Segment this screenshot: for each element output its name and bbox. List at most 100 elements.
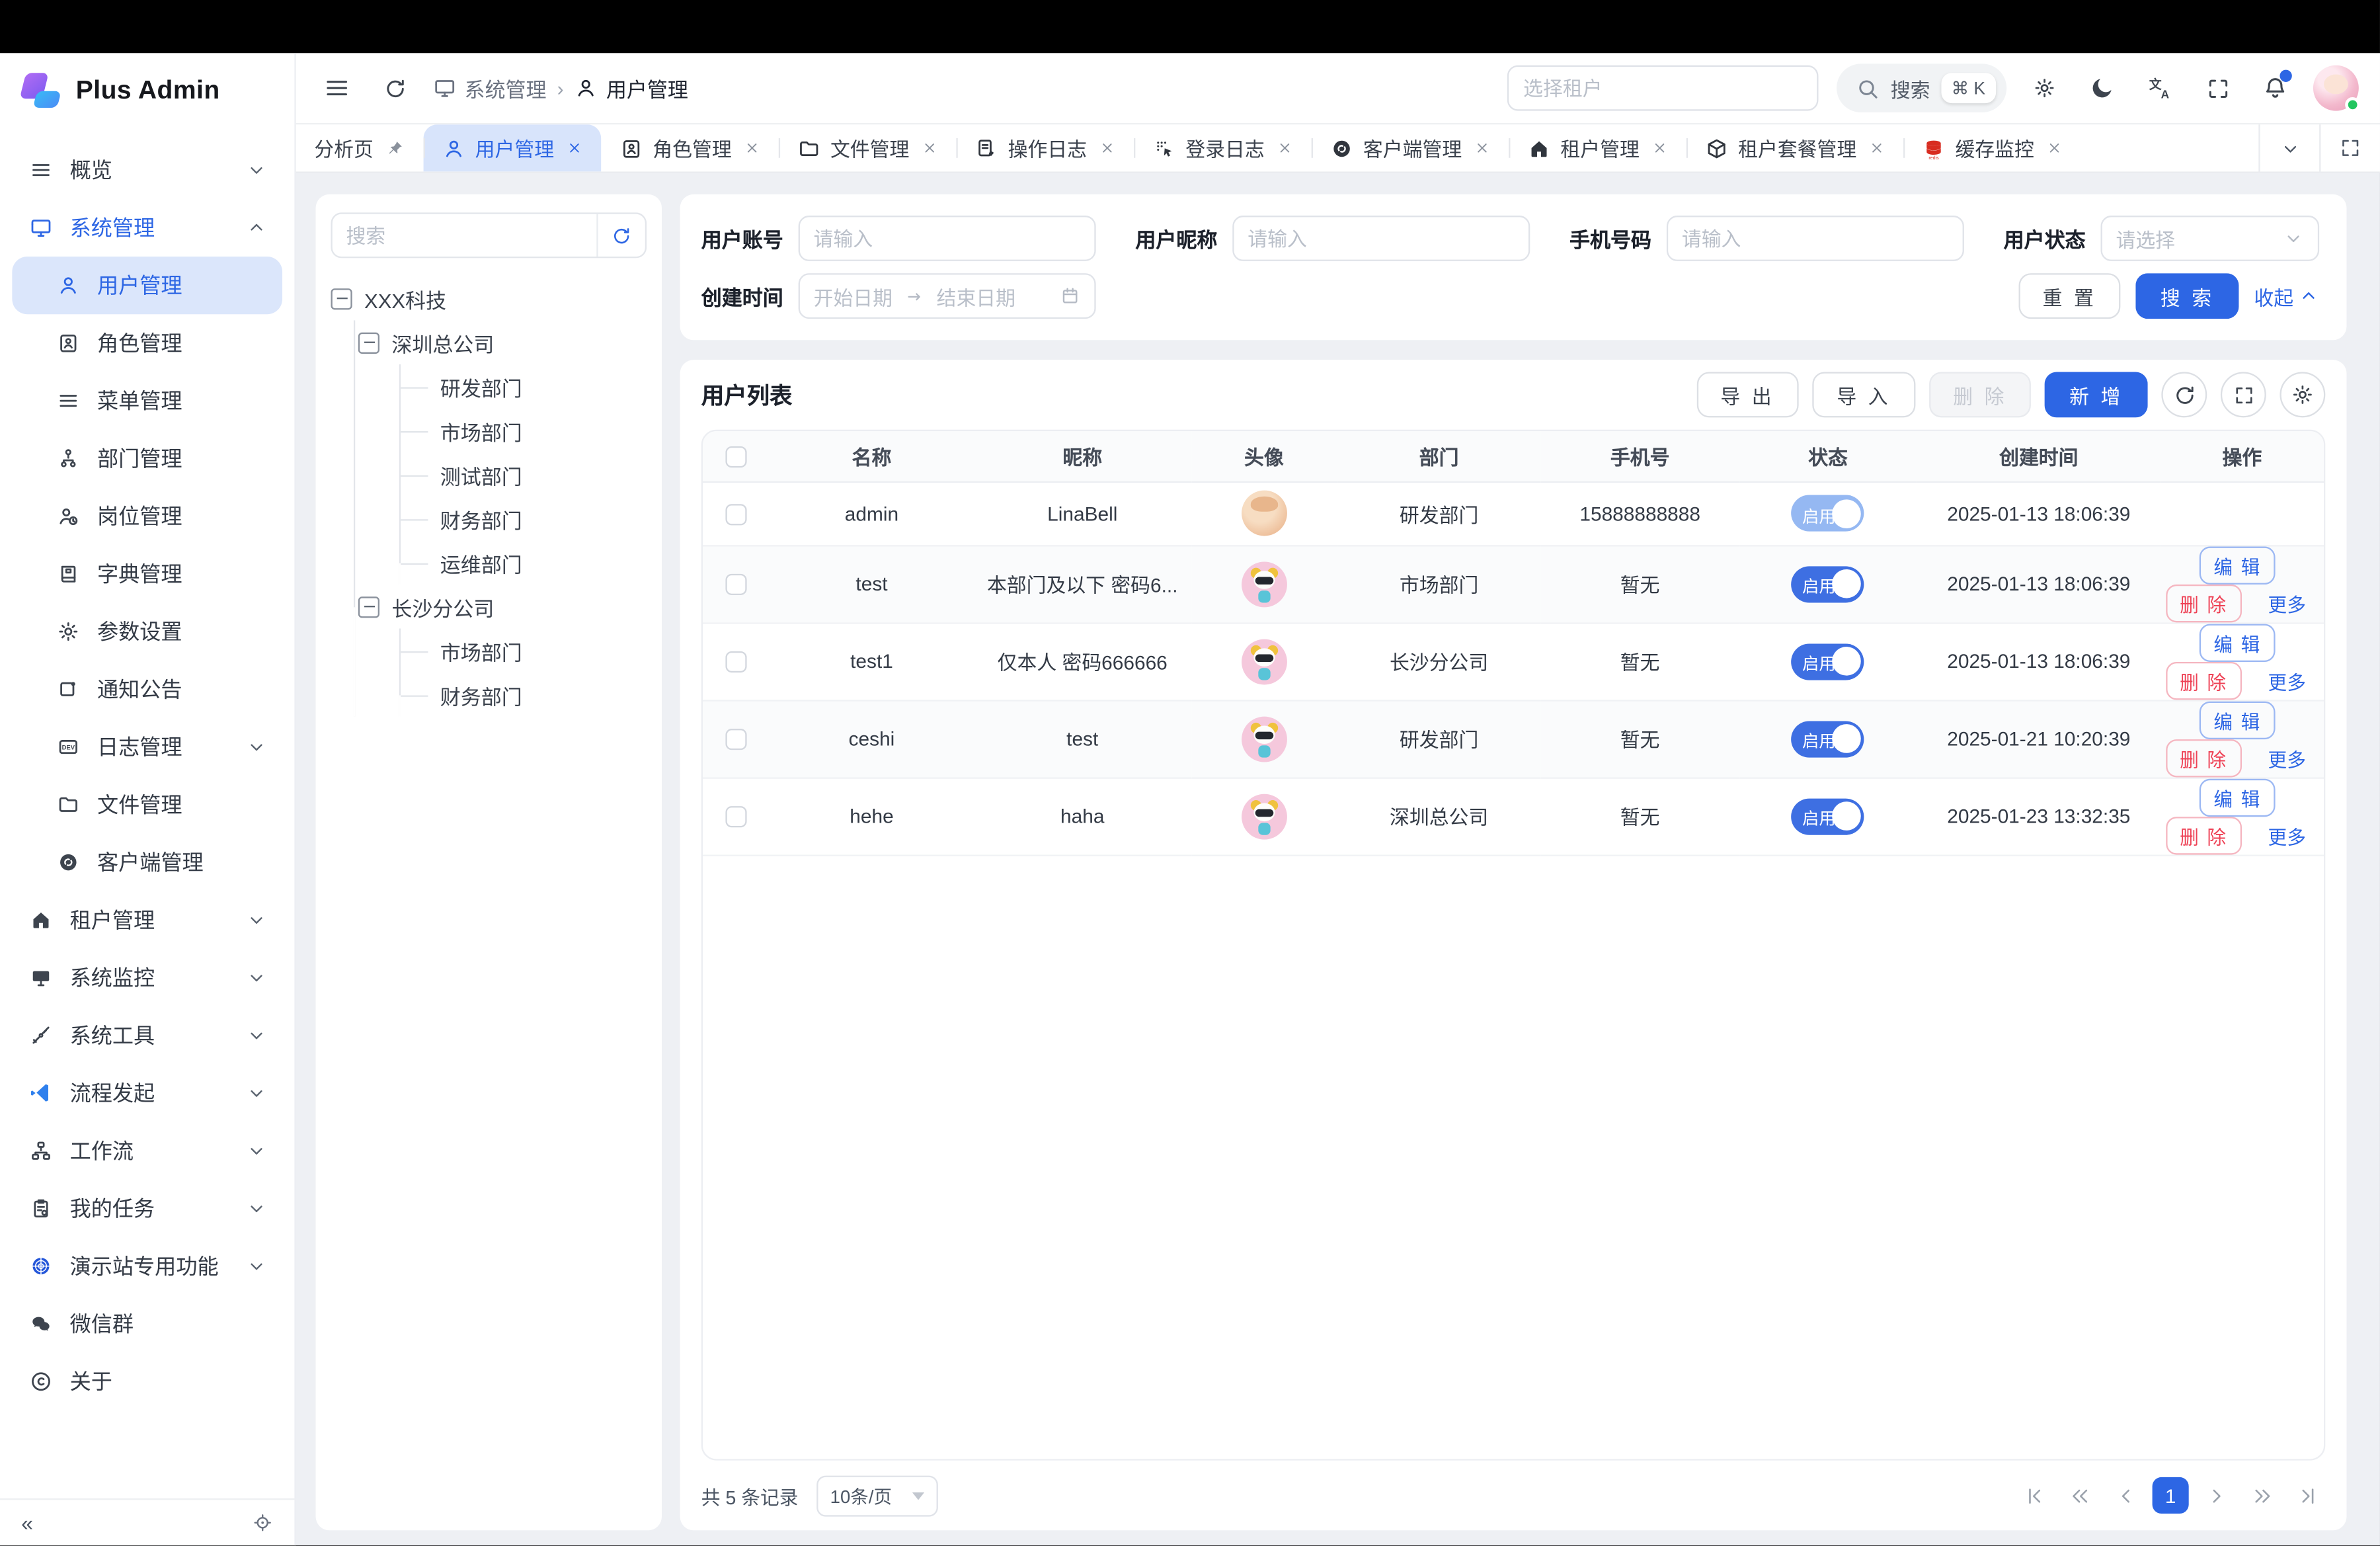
import-button[interactable]: 导 入 bbox=[1813, 372, 1915, 417]
table-refresh-button[interactable] bbox=[2161, 372, 2207, 417]
delete-row-button[interactable]: 删 除 bbox=[2166, 739, 2241, 776]
tree-leaf[interactable]: 运维部门 bbox=[401, 540, 647, 585]
filter-input[interactable] bbox=[814, 227, 1081, 249]
status-toggle[interactable]: 启用 bbox=[1792, 720, 1864, 756]
sidebar-item-19[interactable]: 演示站专用功能 bbox=[12, 1237, 282, 1295]
more-button[interactable]: 更多 bbox=[2256, 661, 2318, 699]
dark-mode-icon[interactable] bbox=[2082, 68, 2122, 108]
sidebar-item-4[interactable]: 菜单管理 bbox=[12, 372, 282, 429]
close-tab-icon[interactable] bbox=[1651, 140, 1668, 156]
row-checkbox[interactable] bbox=[725, 652, 746, 673]
more-button[interactable]: 更多 bbox=[2256, 816, 2318, 854]
sidebar-item-5[interactable]: 部门管理 bbox=[12, 430, 282, 487]
tree-node[interactable]: XXX科技 bbox=[331, 276, 647, 321]
delete-button[interactable]: 删 除 bbox=[1929, 372, 2032, 417]
sidebar-item-3[interactable]: 角色管理 bbox=[12, 314, 282, 372]
tree-refresh-button[interactable] bbox=[596, 214, 645, 257]
select-all-checkbox[interactable] bbox=[725, 446, 746, 468]
table-settings-button[interactable] bbox=[2280, 372, 2325, 417]
status-select[interactable]: 请选择 bbox=[2101, 216, 2320, 261]
current-page-button[interactable]: 1 bbox=[2153, 1477, 2189, 1514]
sidebar-item-15[interactable]: 系统工具 bbox=[12, 1006, 282, 1064]
sidebar-item-18[interactable]: 我的任务 bbox=[12, 1180, 282, 1237]
row-checkbox[interactable] bbox=[725, 807, 746, 828]
edit-button[interactable]: 编 辑 bbox=[2200, 778, 2276, 816]
tree-node[interactable]: 深圳总公司 bbox=[343, 320, 647, 364]
sidebar-item-10[interactable]: DEV日志管理 bbox=[12, 718, 282, 776]
page-size-select[interactable]: 10条/页 bbox=[816, 1475, 938, 1516]
tab-5[interactable]: 登录日志 bbox=[1134, 124, 1312, 171]
tenant-select-input[interactable] bbox=[1507, 65, 1818, 111]
tree-collapse-box[interactable] bbox=[358, 332, 379, 353]
delete-row-button[interactable]: 删 除 bbox=[2166, 661, 2241, 699]
table-fullscreen-button[interactable] bbox=[2221, 372, 2266, 417]
tree-collapse-box[interactable] bbox=[331, 288, 352, 309]
collapse-sidebar-button[interactable]: « bbox=[21, 1510, 30, 1535]
close-tab-icon[interactable] bbox=[744, 140, 760, 156]
sidebar-item-16[interactable]: 流程发起 bbox=[12, 1064, 282, 1121]
edit-button[interactable]: 编 辑 bbox=[2200, 546, 2276, 583]
sidebar-item-20[interactable]: 微信群 bbox=[12, 1295, 282, 1352]
user-avatar[interactable] bbox=[2313, 65, 2359, 111]
sidebar-item-14[interactable]: 系统监控 bbox=[12, 949, 282, 1006]
status-toggle[interactable]: 启用 bbox=[1792, 565, 1864, 602]
edit-button[interactable]: 编 辑 bbox=[2200, 623, 2276, 661]
reset-button[interactable]: 重 置 bbox=[2018, 273, 2121, 319]
filter-input[interactable] bbox=[1682, 227, 1949, 249]
sidebar-item-12[interactable]: 客户端管理 bbox=[12, 833, 282, 891]
global-search-button[interactable]: 搜索 ⌘ K bbox=[1836, 63, 2006, 112]
tree-leaf[interactable]: 市场部门 bbox=[401, 409, 647, 453]
close-tab-icon[interactable] bbox=[2046, 140, 2063, 156]
content-fullscreen-button[interactable] bbox=[2319, 124, 2380, 171]
close-tab-icon[interactable] bbox=[566, 140, 582, 156]
fast-next-button[interactable] bbox=[2243, 1477, 2280, 1514]
sidebar-item-9[interactable]: 通知公告 bbox=[12, 661, 282, 718]
tree-node[interactable]: 长沙分公司 bbox=[343, 585, 647, 629]
tab-2[interactable]: 角色管理 bbox=[601, 124, 779, 171]
row-checkbox[interactable] bbox=[725, 729, 746, 751]
close-tab-icon[interactable] bbox=[1099, 140, 1115, 156]
filter-input[interactable] bbox=[1248, 227, 1515, 249]
menu-toggle-icon[interactable] bbox=[317, 68, 357, 108]
tree-collapse-box[interactable] bbox=[358, 596, 379, 617]
prev-page-button[interactable] bbox=[2107, 1477, 2143, 1514]
close-tab-icon[interactable] bbox=[1277, 140, 1293, 156]
sidebar-item-7[interactable]: 字典管理 bbox=[12, 545, 282, 602]
tab-3[interactable]: 文件管理 bbox=[779, 124, 957, 171]
close-tab-icon[interactable] bbox=[1869, 140, 1885, 156]
close-tab-icon[interactable] bbox=[922, 140, 938, 156]
first-page-button[interactable] bbox=[2016, 1477, 2052, 1514]
sidebar-item-active-2[interactable]: 用户管理 bbox=[12, 257, 282, 314]
tree-leaf[interactable]: 研发部门 bbox=[401, 364, 647, 409]
next-page-button[interactable] bbox=[2198, 1477, 2234, 1514]
row-checkbox[interactable] bbox=[725, 504, 746, 525]
delete-row-button[interactable]: 删 除 bbox=[2166, 584, 2241, 622]
collapse-filter-link[interactable]: 收起 bbox=[2254, 282, 2319, 311]
language-icon[interactable]: 文A bbox=[2140, 68, 2180, 108]
more-button[interactable]: 更多 bbox=[2256, 739, 2318, 776]
row-checkbox[interactable] bbox=[725, 574, 746, 595]
tab-7[interactable]: 租户管理 bbox=[1509, 124, 1686, 171]
sidebar-item-0[interactable]: 概览 bbox=[12, 142, 282, 199]
tree-leaf[interactable]: 市场部门 bbox=[401, 629, 647, 673]
tree-leaf[interactable]: 测试部门 bbox=[401, 452, 647, 497]
add-button[interactable]: 新 增 bbox=[2045, 372, 2147, 417]
more-button[interactable]: 更多 bbox=[2256, 584, 2318, 622]
settings-icon[interactable] bbox=[2025, 68, 2065, 108]
sidebar-item-6[interactable]: 岗位管理 bbox=[12, 487, 282, 545]
sidebar-item-1[interactable]: 系统管理 bbox=[12, 199, 282, 257]
sidebar-item-11[interactable]: 文件管理 bbox=[12, 776, 282, 833]
breadcrumb-item-system[interactable]: 系统管理 bbox=[432, 73, 546, 103]
search-button[interactable]: 搜 索 bbox=[2136, 273, 2239, 319]
tree-search-input[interactable] bbox=[333, 224, 596, 247]
status-toggle[interactable]: 启用 bbox=[1792, 643, 1864, 679]
tab-0[interactable]: 分析页 bbox=[296, 124, 424, 171]
tree-leaf[interactable]: 财务部门 bbox=[401, 497, 647, 541]
locate-icon[interactable] bbox=[252, 1512, 273, 1533]
tab-8[interactable]: 租户套餐管理 bbox=[1686, 124, 1903, 171]
status-toggle[interactable]: 启用 bbox=[1792, 797, 1864, 834]
export-button[interactable]: 导 出 bbox=[1696, 372, 1799, 417]
tree-leaf[interactable]: 财务部门 bbox=[401, 672, 647, 717]
tab-1[interactable]: 用户管理 bbox=[424, 124, 602, 171]
last-page-button[interactable] bbox=[2289, 1477, 2325, 1514]
